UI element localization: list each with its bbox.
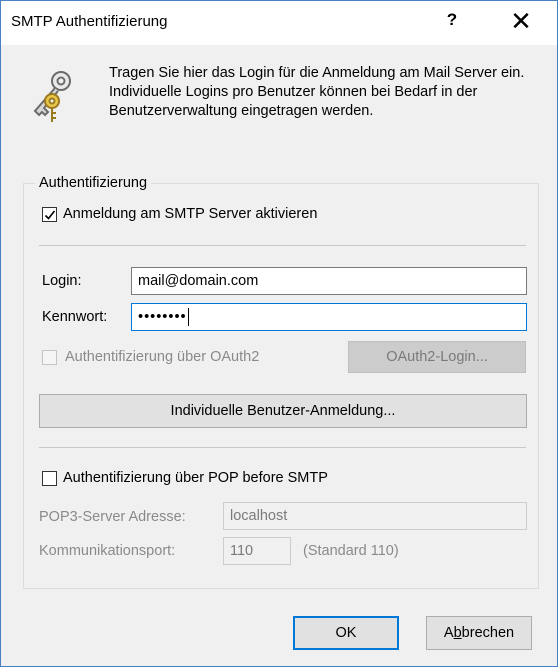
keys-icon	[27, 67, 79, 125]
window-title: SMTP Authentifizierung	[11, 13, 168, 30]
login-input[interactable]: mail@domain.com	[131, 267, 527, 295]
separator	[39, 245, 526, 246]
smtp-auth-checkbox[interactable]	[42, 207, 57, 222]
ok-button[interactable]: OK	[293, 616, 399, 650]
password-value: ••••••••	[138, 309, 187, 325]
cancel-button[interactable]: Abbrechen	[426, 616, 532, 650]
cancel-label-prefix: A	[443, 625, 454, 641]
help-button[interactable]: ?	[437, 10, 467, 30]
password-label: Kennwort:	[42, 309, 108, 325]
title-bar: SMTP Authentifizierung ? ✕	[1, 1, 557, 45]
cancel-label-suffix: brechen	[461, 625, 515, 641]
port-label: Kommunikationsport:	[39, 543, 176, 559]
oauth-login-button[interactable]: OAuth2-Login...	[348, 341, 526, 373]
port-hint: (Standard 110)	[303, 543, 399, 559]
pop-before-smtp-checkbox[interactable]	[42, 471, 57, 486]
pop3-server-label: POP3-Server Adresse:	[39, 509, 186, 525]
pop3-server-input[interactable]: localhost	[223, 502, 527, 530]
smtp-auth-dialog: SMTP Authentifizierung ? ✕ Tragen Sie hi…	[0, 0, 558, 667]
cancel-access-key: b	[453, 625, 462, 641]
oauth-checkbox[interactable]	[42, 350, 57, 365]
pop-before-smtp-label[interactable]: Authentifizierung über POP before SMTP	[63, 470, 328, 486]
separator	[39, 447, 526, 448]
oauth-label[interactable]: Authentifizierung über OAuth2	[65, 349, 259, 365]
individual-login-button[interactable]: Individuelle Benutzer-Anmeldung...	[39, 394, 527, 428]
text-cursor	[187, 308, 189, 327]
password-input[interactable]: ••••••••	[131, 303, 527, 331]
smtp-auth-label[interactable]: Anmeldung am SMTP Server aktivieren	[63, 206, 317, 222]
intro-text: Tragen Sie hier das Login für die Anmeld…	[109, 65, 525, 119]
close-button[interactable]: ✕	[498, 5, 544, 39]
login-label: Login:	[42, 273, 82, 289]
checkmark-icon	[44, 210, 56, 220]
group-legend: Authentifizierung	[35, 175, 152, 191]
port-input[interactable]: 110	[223, 537, 291, 565]
